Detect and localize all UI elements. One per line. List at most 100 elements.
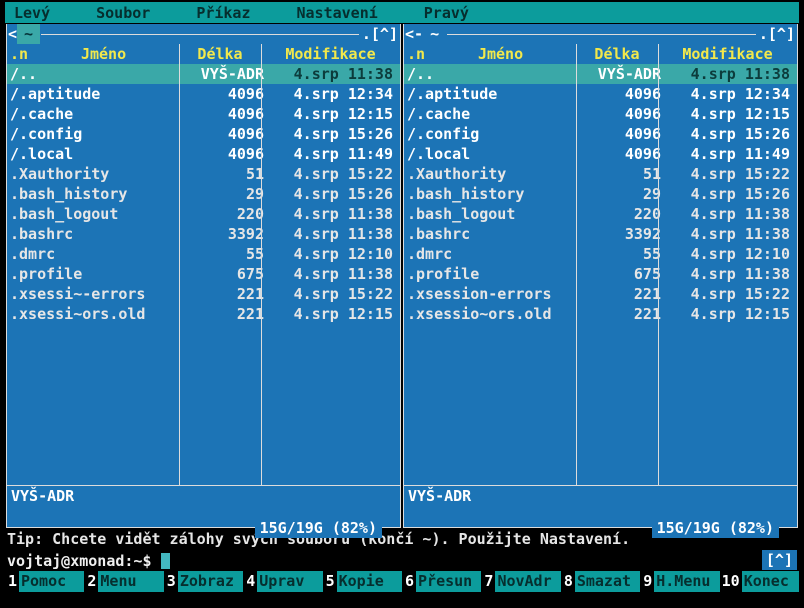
file-row[interactable]: .bash_history 29 4.srp 15:26 [7,184,400,204]
command-line[interactable]: vojtaj@xmonad:~$ [^] [5,550,799,571]
file-mtime: 4.srp 15:26 [690,125,790,143]
file-row[interactable]: /.aptitude 4096 4.srp 12:34 [404,84,797,104]
column-header-size[interactable]: Délka [179,44,261,64]
file-row[interactable]: /.config 4096 4.srp 15:26 [7,124,400,144]
file-mtime: 4.srp 12:15 [293,105,393,123]
file-row[interactable]: .xsessio~ors.old 221 4.srp 12:15 [404,304,797,324]
fnkey-number: 7 [481,571,496,592]
text-cursor [160,552,170,569]
history-arrow-icon[interactable]: < [7,24,17,44]
file-mtime: 4.srp 12:15 [690,105,790,123]
file-size: 4096 [624,145,661,163]
file-mtime: 4.srp 15:22 [690,285,790,303]
file-mtime: 4.srp 15:22 [690,165,790,183]
fnkey-number: 8 [560,571,575,592]
file-name: .bash_history [10,185,128,203]
current-dir-tab[interactable]: ~ [17,24,41,44]
file-size: 4096 [227,105,264,123]
file-size: 55 [245,245,264,263]
column-separator [179,44,180,485]
file-row[interactable]: .xsessi~ors.old 221 4.srp 12:15 [7,304,400,324]
current-dir-tab[interactable]: ~ [423,24,446,44]
file-row[interactable]: .xsessi~-errors 221 4.srp 15:22 [7,284,400,304]
file-row[interactable]: .xsession-errors 221 4.srp 15:22 [404,284,797,304]
panel-maximize-icon[interactable]: .[^] [757,24,797,44]
file-row[interactable]: /.config 4096 4.srp 15:26 [404,124,797,144]
panel-toggle-icon[interactable]: [^] [761,550,797,570]
file-mtime: 4.srp 11:38 [690,265,790,283]
file-name: /.. [407,65,435,83]
fnkey-help[interactable]: 1 Pomoc [5,571,85,592]
history-arrow-icon[interactable]: <- [404,24,423,44]
mini-status: VYŠ-ADR [408,487,472,505]
disk-usage: 15G/19G (82%) [254,518,382,538]
column-headers: .n Jméno Délka Modifikace [7,44,400,64]
fnkey-label: Pomoc [19,571,85,592]
file-size: 3392 [227,225,264,243]
fnkey-copy[interactable]: 5 Kopie [322,571,403,592]
fnkey-delete[interactable]: 8 Smazat [560,571,641,592]
file-name: .dmrc [407,245,453,263]
file-row[interactable]: .bash_logout 220 4.srp 11:38 [404,204,797,224]
file-name: .profile [407,265,480,283]
shell-prompt: vojtaj@xmonad:~$ [7,551,152,570]
panels-area: < ~ .[^] .n Jméno Délka Modifikace /.. V… [5,24,799,538]
column-header-name[interactable]: Jméno [28,44,179,64]
menu-pravy[interactable]: Pravý [415,3,478,23]
file-row[interactable]: .Xauthority 51 4.srp 15:22 [404,164,797,184]
file-mtime: 4.srp 11:49 [690,145,790,163]
file-name: .xsessi~ors.old [10,305,146,323]
file-row[interactable]: /.cache 4096 4.srp 12:15 [7,104,400,124]
file-row[interactable]: /.local 4096 4.srp 11:49 [404,144,797,164]
file-name: /.local [407,145,471,163]
file-row[interactable]: .bashrc 3392 4.srp 11:38 [7,224,400,244]
file-row[interactable]: .bashrc 3392 4.srp 11:38 [404,224,797,244]
file-row[interactable]: /.cache 4096 4.srp 12:15 [404,104,797,124]
file-name: /.config [407,125,480,143]
fnkey-label: Zobraz [177,571,244,592]
menu-nastaveni[interactable]: Nastavení [288,3,387,23]
file-mtime: 4.srp 11:38 [690,225,790,243]
file-row[interactable]: /.aptitude 4096 4.srp 12:34 [7,84,400,104]
fnkey-edit[interactable]: 4 Uprav [243,571,323,592]
column-separator [658,44,659,485]
fnkey-hmenu[interactable]: 9 H.Menu [640,571,720,592]
column-header-mtime[interactable]: Modifikace [261,44,400,64]
fnkey-move[interactable]: 6 Přesun [402,571,482,592]
file-name: /.cache [407,105,471,123]
file-size: 221 [633,305,661,323]
menu-prikaz[interactable]: Příkaz [187,3,259,23]
file-mtime: 4.srp 15:26 [293,185,393,203]
panel-maximize-icon[interactable]: .[^] [360,24,400,44]
file-row[interactable]: /.local 4096 4.srp 11:49 [7,144,400,164]
fnkey-view[interactable]: 3 Zobraz [163,571,244,592]
column-header-name[interactable]: Jméno [425,44,576,64]
file-row[interactable]: .dmrc 55 4.srp 12:10 [7,244,400,264]
file-row[interactable]: .profile 675 4.srp 11:38 [7,264,400,284]
file-mtime: 4.srp 15:26 [293,125,393,143]
file-row[interactable]: .Xauthority 51 4.srp 15:22 [7,164,400,184]
fnkey-quit[interactable]: 10 Konec [719,571,800,592]
file-row[interactable]: .dmrc 55 4.srp 12:10 [404,244,797,264]
file-mtime: 4.srp 11:38 [293,205,393,223]
file-mtime: 4.srp 11:38 [293,225,393,243]
menu-soubor[interactable]: Soubor [87,3,159,23]
fnkey-menu[interactable]: 2 Menu [84,571,164,592]
file-row[interactable]: /.. VYŠ-ADR 4.srp 11:38 [404,64,797,84]
disk-usage: 15G/19G (82%) [651,518,779,538]
function-key-bar: 1 Pomoc 2 Menu 3 Zobraz 4 Uprav 5 Kopie … [5,571,800,592]
file-row[interactable]: .profile 675 4.srp 11:38 [404,264,797,284]
column-header-size[interactable]: Délka [576,44,658,64]
fnkey-mkdir[interactable]: 7 NovAdr [481,571,561,592]
file-size: 221 [633,285,661,303]
menu-levy[interactable]: Levý [5,3,59,23]
column-header-mtime[interactable]: Modifikace [658,44,797,64]
file-row[interactable]: .bash_logout 220 4.srp 11:38 [7,204,400,224]
file-name: /.cache [10,105,74,123]
file-row[interactable]: .bash_history 29 4.srp 15:26 [404,184,797,204]
file-name: /.aptitude [407,85,498,103]
fnkey-number: 4 [243,571,258,592]
file-size: 221 [236,285,264,303]
file-row[interactable]: /.. VYŠ-ADR 4.srp 11:38 [7,64,400,84]
fnkey-label: Přesun [416,571,482,592]
